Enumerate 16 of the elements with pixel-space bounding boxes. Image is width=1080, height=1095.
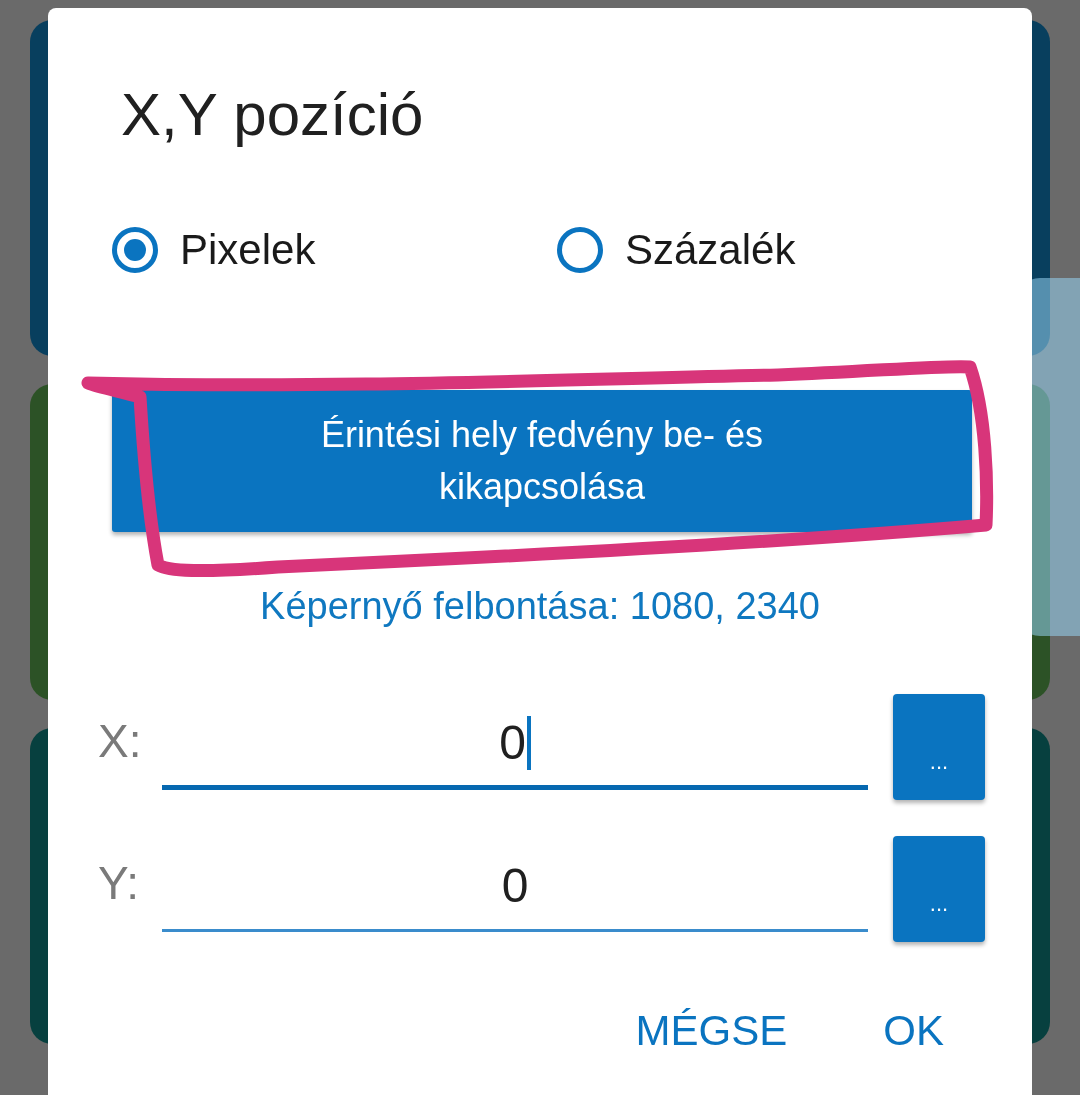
field-label: Y: bbox=[98, 856, 140, 910]
radio-option[interactable]: Pixelek bbox=[112, 226, 557, 274]
more-button[interactable]: ... bbox=[893, 836, 985, 942]
input-field[interactable]: 0 bbox=[162, 700, 868, 790]
dialog-action-button[interactable]: OK bbox=[883, 1007, 944, 1055]
more-button[interactable]: ... bbox=[893, 694, 985, 800]
dialog-title: X,Y pozíció bbox=[121, 80, 425, 150]
dialog-action-button[interactable]: MÉGSE bbox=[635, 1007, 788, 1055]
radio-label: Pixelek bbox=[180, 226, 316, 274]
radio-label: Százalék bbox=[625, 226, 796, 274]
overlay-toggle-button[interactable]: Érintési hely fedvény be- és kikapcsolása bbox=[112, 390, 972, 532]
text-cursor bbox=[526, 715, 531, 770]
input-field[interactable]: 0 bbox=[162, 842, 868, 932]
resolution-text: Képernyő felbontása: 1080, 2340 bbox=[259, 584, 821, 628]
radio-option[interactable]: Százalék bbox=[557, 226, 1002, 274]
field-label: X: bbox=[98, 714, 143, 768]
